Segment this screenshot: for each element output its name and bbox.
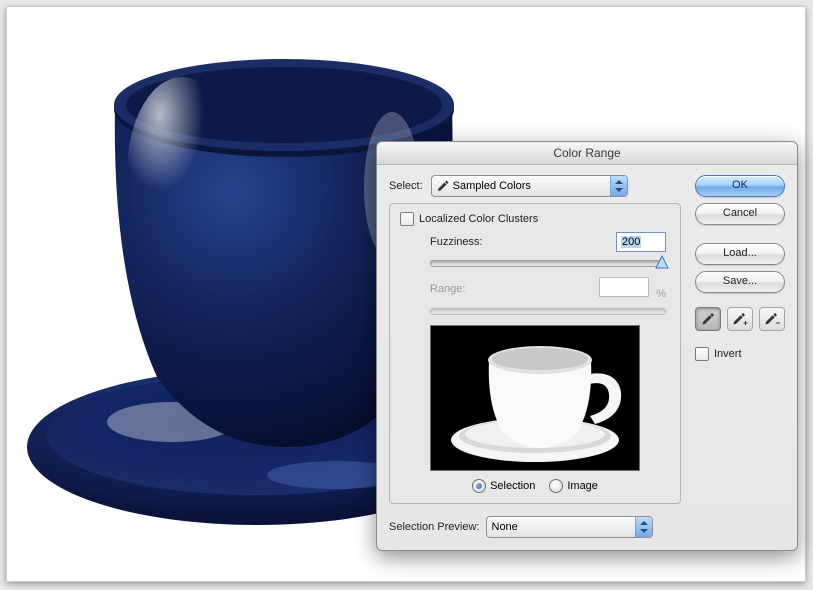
- fuzziness-input[interactable]: 200: [616, 232, 666, 252]
- eyedropper-subtract-tool[interactable]: [759, 307, 785, 331]
- slider-thumb[interactable]: [655, 255, 669, 269]
- invert-checkbox[interactable]: [695, 347, 709, 361]
- select-dropdown[interactable]: Sampled Colors: [431, 175, 628, 197]
- eyedropper-add-tool[interactable]: [727, 307, 753, 331]
- eyedropper-tool[interactable]: [695, 307, 721, 331]
- range-input: [599, 277, 649, 297]
- radio-icon: [549, 479, 563, 493]
- selection-preview-label: Selection Preview:: [389, 521, 480, 533]
- selection-radio[interactable]: Selection: [472, 479, 535, 493]
- radio-icon: [472, 479, 486, 493]
- fuzziness-slider[interactable]: [430, 260, 666, 267]
- chevron-updown-icon: [610, 176, 627, 196]
- dialog-title: Color Range: [377, 142, 797, 165]
- chevron-updown-icon: [635, 517, 652, 537]
- settings-group: Localized Color Clusters Fuzziness: 200 …: [389, 203, 681, 504]
- select-label: Select:: [389, 180, 423, 192]
- localized-checkbox[interactable]: [400, 212, 414, 226]
- invert-label: Invert: [714, 348, 742, 360]
- load-button[interactable]: Load...: [695, 243, 785, 265]
- ok-button[interactable]: OK: [695, 175, 785, 197]
- select-value: Sampled Colors: [453, 180, 531, 192]
- image-radio-label: Image: [567, 480, 598, 492]
- selection-preview-dropdown[interactable]: None: [486, 516, 653, 538]
- selection-preview-thumbnail[interactable]: [430, 325, 640, 471]
- range-slider: [430, 308, 666, 315]
- range-label: Range:: [430, 283, 465, 295]
- fuzziness-label: Fuzziness:: [430, 236, 483, 248]
- image-radio[interactable]: Image: [549, 479, 598, 493]
- selection-preview-value: None: [492, 521, 518, 533]
- localized-label: Localized Color Clusters: [419, 213, 538, 225]
- eyedropper-icon: [437, 180, 449, 192]
- range-unit: %: [656, 288, 666, 300]
- color-range-dialog: Color Range Select: Sampled Colors Local…: [376, 141, 798, 551]
- save-button[interactable]: Save...: [695, 271, 785, 293]
- cancel-button[interactable]: Cancel: [695, 203, 785, 225]
- selection-radio-label: Selection: [490, 480, 535, 492]
